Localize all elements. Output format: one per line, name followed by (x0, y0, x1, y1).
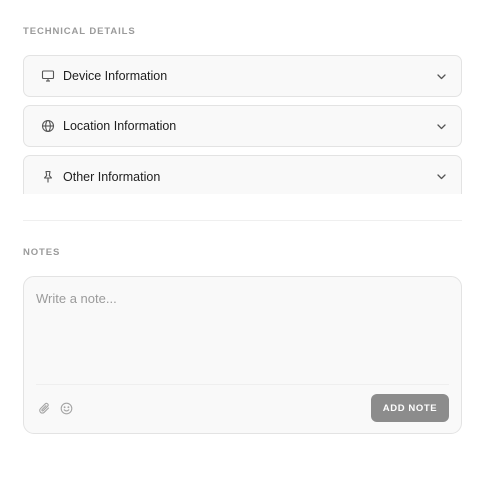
note-input[interactable] (36, 291, 446, 381)
smiley-icon[interactable] (59, 401, 73, 415)
accordion-title: Location Information (63, 119, 177, 133)
monitor-icon (40, 69, 55, 84)
composer-divider (36, 384, 449, 385)
details-panel: TECHNICAL DETAILS Device Information Loc… (0, 0, 485, 481)
chevron-down-icon[interactable] (435, 70, 447, 82)
paperclip-icon[interactable] (37, 401, 51, 415)
technical-details-heading: TECHNICAL DETAILS (23, 26, 136, 37)
note-composer: ADD NOTE (23, 276, 462, 434)
globe-icon (40, 119, 55, 134)
scroll-fade (20, 194, 466, 204)
chevron-down-icon[interactable] (435, 120, 447, 132)
notes-heading: NOTES (23, 247, 61, 258)
accordion-location-information[interactable]: Location Information (23, 105, 462, 147)
add-note-button[interactable]: ADD NOTE (371, 394, 449, 422)
accordion-title: Device Information (63, 69, 168, 83)
pin-icon (40, 169, 55, 184)
chevron-down-icon[interactable] (435, 171, 447, 183)
accordion-other-information[interactable]: Other Information (23, 155, 462, 197)
accordion-title: Other Information (63, 169, 161, 184)
section-divider (23, 220, 462, 221)
accordion-device-information[interactable]: Device Information (23, 55, 462, 97)
